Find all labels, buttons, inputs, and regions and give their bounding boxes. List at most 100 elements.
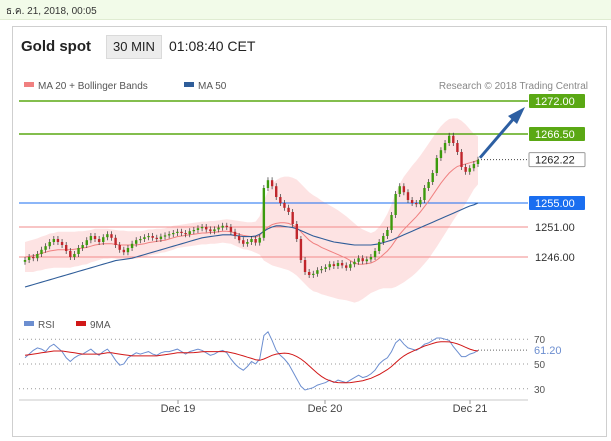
candle-body (361, 258, 364, 262)
candle-body (283, 203, 286, 208)
candle-body (250, 239, 253, 242)
candle-body (118, 245, 121, 250)
candle-body (398, 186, 401, 194)
candle-body (188, 231, 191, 235)
candle-body (106, 234, 109, 238)
candle-body (114, 237, 117, 245)
candle-body (464, 167, 467, 172)
candle-body (419, 200, 422, 205)
candle-body (270, 180, 274, 187)
level-label-4: 1251.00 (535, 222, 575, 234)
rsi-tick-label-2: 30 (534, 385, 546, 396)
candle-body (468, 168, 471, 172)
candle-body (447, 135, 451, 143)
candle-body (406, 192, 410, 200)
rsi-legend-label-1: 9MA (90, 320, 111, 331)
rsi-legend-label-0: RSI (38, 320, 55, 331)
candle-body (402, 186, 406, 193)
candle-body (97, 239, 101, 242)
candle-body (36, 254, 39, 259)
legend-swatch-1 (184, 82, 194, 87)
candle-body (102, 237, 105, 242)
candle-body (254, 239, 257, 243)
candle-body (110, 234, 113, 238)
candle-body (221, 225, 224, 228)
candle-body (200, 227, 204, 229)
candle-body (180, 231, 183, 233)
candle-body (85, 240, 88, 245)
candle-body (56, 239, 60, 242)
candle-body (328, 264, 331, 268)
candle-body (439, 150, 443, 158)
candle-body (279, 197, 282, 203)
candle-body (184, 233, 187, 235)
level-label-5: 1246.00 (535, 252, 575, 264)
candle-body (73, 254, 76, 257)
candle-body (345, 265, 348, 268)
legend-swatch-0 (24, 82, 34, 87)
candle-body (373, 251, 377, 257)
candle-body (452, 135, 455, 143)
candle-body (415, 203, 418, 205)
candle-body (431, 173, 434, 182)
candle-body (77, 248, 80, 254)
candle-body (64, 245, 68, 251)
candle-body (340, 263, 344, 266)
candle-body (443, 143, 447, 151)
candle-body (369, 257, 373, 260)
candle-body (89, 236, 93, 241)
candle-body (217, 227, 220, 230)
candle-body (386, 230, 389, 236)
bollinger-band (25, 118, 478, 303)
candle-body (233, 231, 237, 236)
candle-body (349, 264, 352, 268)
x-tick-label-2: Dec 21 (453, 403, 488, 415)
candle-body (81, 245, 84, 248)
candle-body (151, 236, 154, 238)
candle-body (69, 251, 72, 257)
candle-body (456, 143, 459, 152)
candle-body (303, 260, 307, 272)
candle-body (357, 258, 360, 262)
legend-label-1: MA 50 (198, 81, 227, 92)
rsi-legend-swatch-1 (76, 321, 86, 326)
candle-body (159, 236, 163, 239)
rsi-legend-swatch-0 (24, 321, 34, 326)
candle-body (52, 239, 56, 242)
candle-body (176, 231, 179, 233)
candle-body (122, 249, 126, 253)
rsi-last-value: 61.20 (534, 345, 562, 357)
candle-body (287, 207, 290, 212)
candle-body (266, 180, 270, 188)
level-label-2: 1262.22 (535, 155, 575, 167)
candle-body (209, 229, 212, 232)
candle-body (476, 159, 480, 164)
candle-body (320, 269, 323, 271)
candle-body (324, 267, 327, 269)
candle-body (365, 259, 369, 262)
candle-body (316, 270, 319, 274)
candle-body (258, 237, 261, 243)
candle-body (390, 215, 393, 230)
candle-body (353, 261, 356, 265)
candle-body (163, 235, 167, 237)
candle-body (242, 240, 245, 244)
candle-body (60, 242, 64, 245)
legend-label-0: MA 20 + Bollinger Bands (38, 81, 148, 92)
projection-arrow (478, 116, 517, 159)
candle-body (192, 230, 196, 232)
candle-body (134, 240, 138, 244)
candle-body (427, 182, 430, 188)
candle-body (472, 164, 476, 169)
candle-body (126, 248, 130, 253)
candle-body (27, 257, 31, 260)
candle-body (460, 152, 463, 167)
candle-body (172, 233, 175, 235)
candle-body (155, 237, 158, 239)
candle-body (382, 236, 385, 242)
credit-text: Research © 2018 Trading Central (439, 81, 588, 92)
candle-body (394, 194, 397, 215)
candle-body (147, 236, 150, 238)
candle-body (23, 260, 27, 262)
candle-body (423, 188, 426, 200)
